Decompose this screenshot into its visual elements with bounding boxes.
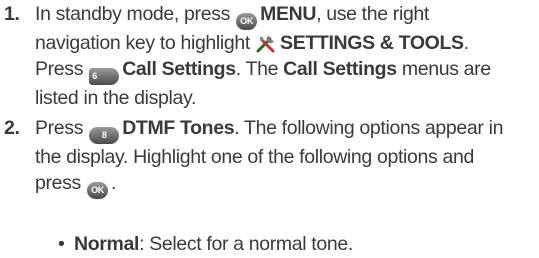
six-key-icon: 6 <box>89 68 120 85</box>
eight-key-icon: 8 <box>89 127 120 144</box>
wrench-screwdriver-icon <box>256 36 275 53</box>
normal-label: Normal <box>74 233 140 255</box>
step-number: 1. <box>4 3 20 25</box>
dtmf-tones-label: DTMF Tones <box>122 117 235 139</box>
step-number: 2. <box>4 117 20 139</box>
step-2: 2. Press 8 DTMF Tones. The following opti… <box>0 115 536 199</box>
ok-key-icon: OK <box>236 13 258 30</box>
bullet-dot: • <box>58 233 65 255</box>
menu-label: MENU <box>260 3 317 25</box>
ok-key-icon: OK <box>87 182 109 199</box>
step-1: 1. In standby mode, press OK MENU, use th… <box>0 1 536 111</box>
manual-page: 1. In standby mode, press OK MENU, use th… <box>0 0 539 258</box>
call-settings-label: Call Settings <box>122 58 236 80</box>
settings-tools-label: SETTINGS & TOOLS <box>280 32 464 54</box>
step-text: In standby mode, press OK MENU, use the r… <box>35 3 491 109</box>
bullet-item-normal: • Normal: Select for a normal tone. <box>58 233 353 255</box>
step-text: Press 8 DTMF Tones. The following options… <box>35 115 536 199</box>
